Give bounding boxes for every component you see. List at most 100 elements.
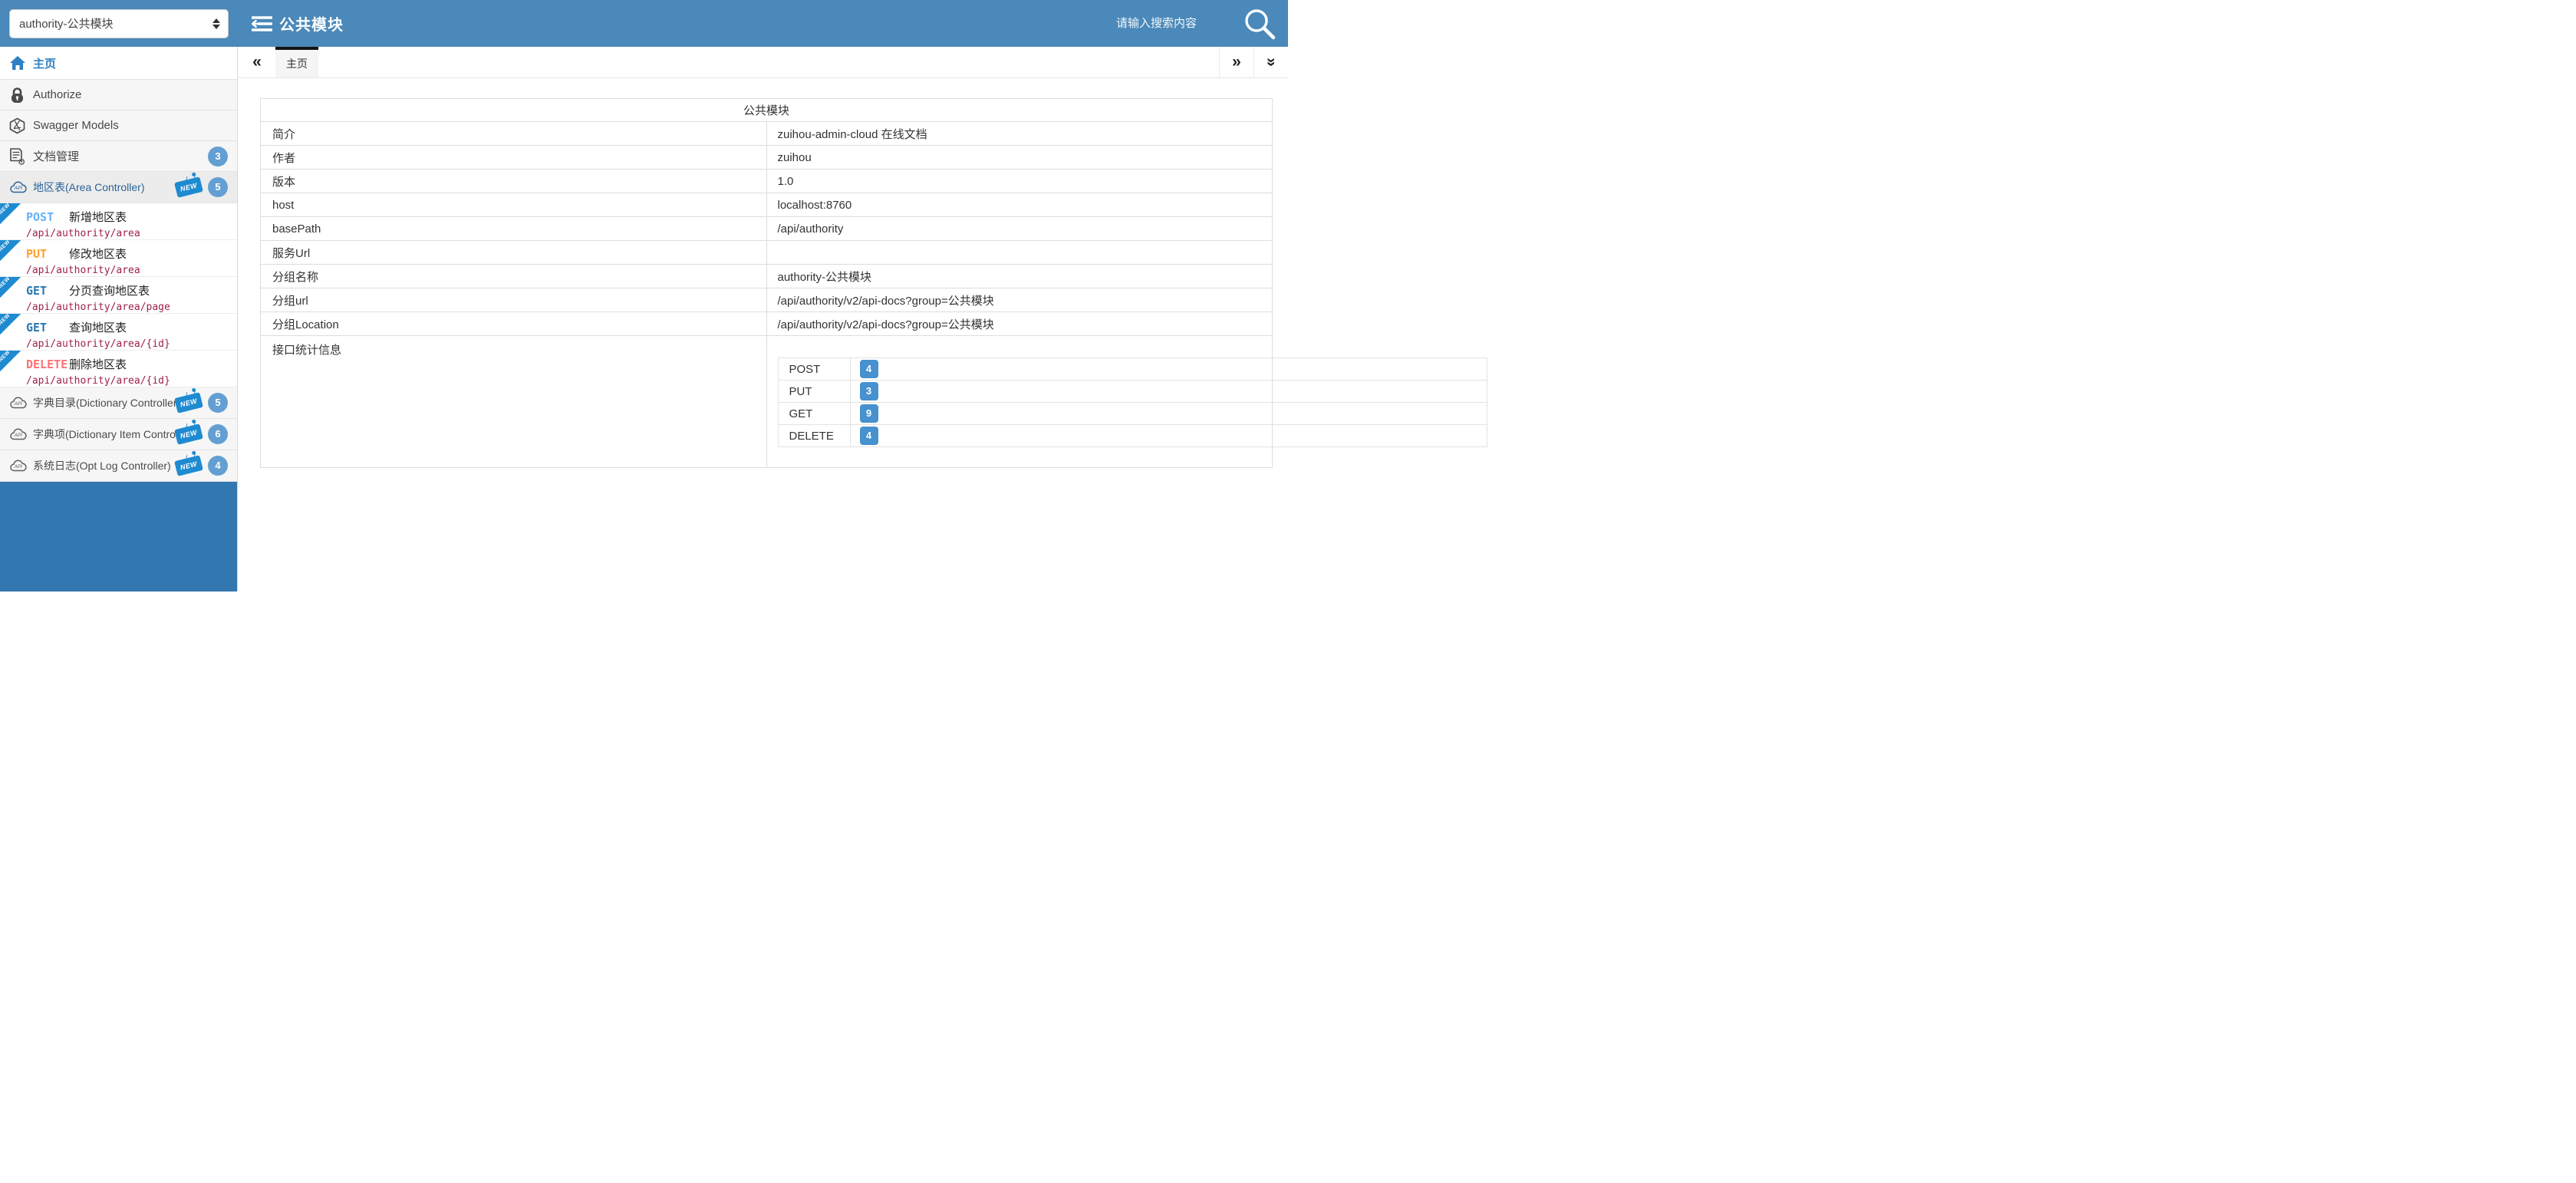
row-value: 1.0 — [766, 170, 1273, 193]
api-endpoint-list: NEW POST 新增地区表 /api/authority/area NEW P… — [0, 203, 237, 387]
table-row: 分组url /api/authority/v2/api-docs?group=公… — [261, 288, 1273, 312]
stats-row: POST 4 — [778, 358, 1487, 381]
api-cloud-icon: API — [9, 180, 28, 194]
api-cloud-icon: API — [9, 396, 28, 410]
api-item-post-area[interactable]: NEW POST 新增地区表 /api/authority/area — [0, 203, 237, 240]
stats-row: DELETE 4 — [778, 425, 1487, 447]
row-value: authority-公共模块 — [766, 265, 1273, 288]
table-row: 分组Location /api/authority/v2/api-docs?gr… — [261, 312, 1273, 336]
api-item-put-area[interactable]: NEW PUT 修改地区表 /api/authority/area — [0, 240, 237, 277]
table-title: 公共模块 — [261, 99, 1273, 122]
controller-label: 地区表(Area Controller) — [33, 180, 144, 195]
api-path: /api/authority/area — [26, 228, 237, 239]
svg-text:⚙: ⚙ — [18, 156, 25, 165]
row-value: zuihou-admin-cloud 在线文档 — [766, 122, 1273, 146]
search-icon[interactable] — [1242, 6, 1277, 41]
svg-text:API: API — [14, 464, 23, 470]
api-cloud-icon: API — [9, 427, 28, 441]
sidebar-controller-dictionary-item[interactable]: API 字典项(Dictionary Item Controller) NEW … — [0, 419, 237, 450]
stat-count-badge: 4 — [860, 427, 878, 445]
hexagon-icon — [9, 117, 25, 134]
row-value: zuihou — [766, 146, 1273, 170]
brand: 公共模块 — [252, 12, 344, 35]
controller-count-badge: 5 — [208, 177, 228, 197]
table-row: basePath /api/authority — [261, 217, 1273, 241]
row-label: 服务Url — [261, 241, 767, 265]
main-area: « 主页 » » 公共模块 简介 zuihou-admin-cloud 在线文档… — [239, 47, 1288, 592]
api-item-get-area-id[interactable]: NEW GET 查询地区表 /api/authority/area/{id} — [0, 314, 237, 351]
api-path: /api/authority/area/{id} — [26, 375, 237, 387]
row-value: /api/authority/v2/api-docs?group=公共模块 — [766, 312, 1273, 336]
table-row: 简介 zuihou-admin-cloud 在线文档 — [261, 122, 1273, 146]
api-cloud-icon: API — [9, 459, 28, 473]
sidebar-footer-fill — [0, 482, 237, 592]
table-row: 作者 zuihou — [261, 146, 1273, 170]
stat-count-badge: 4 — [860, 360, 878, 378]
controller-count-badge: 5 — [208, 393, 228, 413]
table-row: 分组名称 authority-公共模块 — [261, 265, 1273, 288]
new-ribbon-icon: NEW — [0, 277, 21, 298]
doc-gear-icon: ⚙ — [9, 147, 26, 165]
sidebar-item-label: 主页 — [33, 55, 56, 71]
tabs-scroll-right-icon[interactable]: » — [1219, 47, 1253, 77]
api-item-delete-area[interactable]: NEW DELETE 删除地区表 /api/authority/area/{id… — [0, 351, 237, 387]
tabs-collapse-all-icon[interactable]: » — [1253, 47, 1288, 77]
sidebar-controller-opt-log[interactable]: API 系统日志(Opt Log Controller) NEW 4 — [0, 450, 237, 482]
method-label: POST — [26, 210, 69, 224]
controller-count-badge: 4 — [208, 456, 228, 476]
row-label: 简介 — [261, 122, 767, 146]
new-tag-icon: NEW — [174, 176, 203, 198]
stat-method: DELETE — [778, 425, 850, 447]
sidebar-item-doc-manage[interactable]: ⚙ 文档管理 3 — [0, 141, 237, 172]
new-ribbon-icon: NEW — [0, 314, 21, 334]
table-row: 服务Url — [261, 241, 1273, 265]
stats-row: PUT 3 — [778, 381, 1487, 403]
sidebar: 主页 Authorize Swagger Models — [0, 47, 238, 592]
svg-text:API: API — [14, 401, 23, 407]
sidebar-item-swagger-models[interactable]: Swagger Models — [0, 110, 237, 141]
api-name: 查询地区表 — [69, 319, 127, 335]
method-label: GET — [26, 284, 69, 298]
controller-label: 字典项(Dictionary Item Controller) — [33, 427, 193, 442]
menu-fold-icon[interactable] — [252, 15, 272, 33]
stat-count-badge: 3 — [860, 382, 878, 400]
sidebar-item-home[interactable]: 主页 — [0, 47, 237, 80]
table-row: host localhost:8760 — [261, 193, 1273, 217]
row-value — [766, 241, 1273, 265]
tab-home[interactable]: 主页 — [275, 47, 318, 77]
home-icon — [9, 55, 26, 71]
api-item-get-area-page[interactable]: NEW GET 分页查询地区表 /api/authority/area/page — [0, 277, 237, 314]
sidebar-item-authorize[interactable]: Authorize — [0, 80, 237, 110]
tabs-scroll-left-icon[interactable]: « — [239, 47, 275, 77]
stat-count-badge: 9 — [860, 404, 878, 423]
row-label: 分组Location — [261, 312, 767, 336]
controller-label: 系统日志(Opt Log Controller) — [33, 458, 171, 473]
lock-icon — [9, 87, 25, 104]
sidebar-item-label: Swagger Models — [33, 119, 119, 132]
row-label: basePath — [261, 217, 767, 241]
svg-text:API: API — [14, 433, 23, 438]
api-group-select[interactable]: authority-公共模块 — [9, 9, 229, 38]
top-header-bar: authority-公共模块 公共模块 — [0, 0, 1288, 47]
new-ribbon-icon: NEW — [0, 351, 21, 371]
api-name: 分页查询地区表 — [69, 282, 150, 298]
controller-count-badge: 6 — [208, 424, 228, 444]
module-info-table: 公共模块 简介 zuihou-admin-cloud 在线文档 作者 zuiho… — [260, 98, 1273, 468]
sidebar-controller-area[interactable]: API 地区表(Area Controller) NEW 5 — [0, 172, 237, 203]
doc-manage-count-badge: 3 — [208, 147, 228, 166]
api-path: /api/authority/area/page — [26, 302, 237, 313]
method-label: DELETE — [26, 358, 69, 371]
api-path: /api/authority/area/{id} — [26, 338, 237, 350]
tab-bar: « 主页 » » — [239, 47, 1288, 78]
search-input[interactable] — [1116, 12, 1231, 35]
stats-label: 接口统计信息 — [261, 336, 767, 468]
method-label: GET — [26, 321, 69, 334]
page-title: 公共模块 — [279, 12, 344, 35]
method-label: PUT — [26, 247, 69, 261]
api-path: /api/authority/area — [26, 265, 237, 276]
sidebar-controller-dictionary[interactable]: API 字典目录(Dictionary Controller) NEW 5 — [0, 387, 237, 419]
api-stats-table: POST 4 PUT 3 GET 9 DELETE — [778, 358, 1487, 447]
new-tag-icon: NEW — [174, 455, 203, 476]
row-value: /api/authority/v2/api-docs?group=公共模块 — [766, 288, 1273, 312]
row-label: 作者 — [261, 146, 767, 170]
